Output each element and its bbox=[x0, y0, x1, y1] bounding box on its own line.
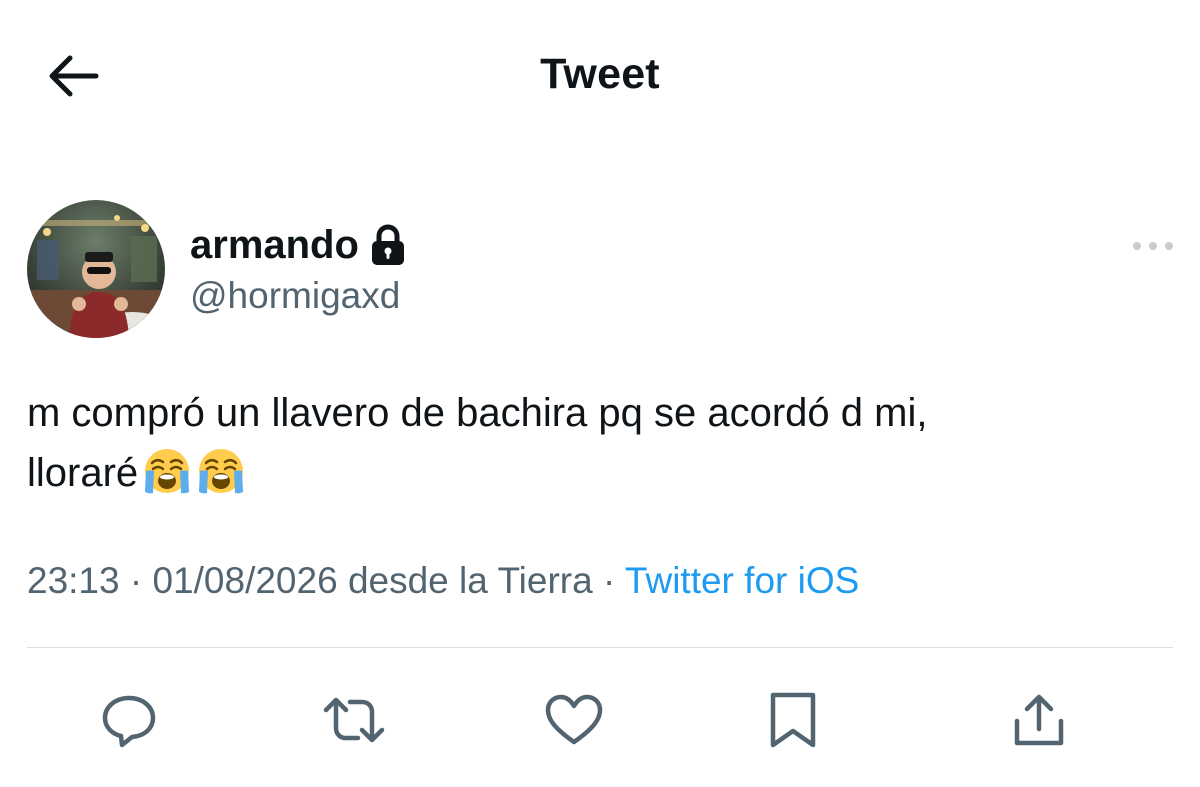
heart-icon bbox=[545, 694, 603, 745]
tweet-metadata: 23:13 · 01/08/2026 desde la Tierra · Twi… bbox=[27, 560, 859, 602]
more-horizontal-icon bbox=[1133, 242, 1173, 250]
bookmark-icon bbox=[770, 692, 816, 748]
user-handle[interactable]: @hormigaxd bbox=[190, 275, 400, 317]
tweet-date: 01/08/2026 bbox=[152, 560, 338, 601]
reply-button[interactable] bbox=[89, 680, 169, 760]
reply-icon bbox=[102, 695, 156, 748]
like-button[interactable] bbox=[534, 680, 614, 760]
retweet-icon bbox=[323, 697, 385, 743]
retweet-button[interactable] bbox=[314, 680, 394, 760]
meta-separator: · bbox=[119, 560, 153, 601]
tweet-location: desde la Tierra bbox=[347, 560, 593, 601]
lock-icon bbox=[371, 224, 404, 265]
tweet-text-line: lloraré bbox=[27, 443, 1157, 503]
tweet-text-line: m compró un llavero de bachira pq se aco… bbox=[27, 391, 928, 435]
avatar[interactable] bbox=[27, 200, 165, 338]
loudly-crying-face-emoji bbox=[199, 449, 244, 494]
display-name: armando bbox=[190, 222, 359, 267]
bookmark-button[interactable] bbox=[753, 680, 833, 760]
page-title: Tweet bbox=[540, 50, 660, 98]
loudly-crying-face-emoji bbox=[145, 449, 190, 494]
share-button[interactable] bbox=[999, 680, 1079, 760]
tweet-time: 23:13 bbox=[27, 560, 120, 601]
meta-separator: · bbox=[592, 560, 625, 601]
tweet-source-link[interactable]: Twitter for iOS bbox=[625, 560, 859, 601]
more-options-button[interactable] bbox=[1128, 228, 1178, 264]
author-name-row[interactable]: armando bbox=[190, 220, 407, 270]
tweet-text: m compró un llavero de bachira pq se aco… bbox=[27, 383, 1157, 503]
top-bar: Tweet bbox=[0, 0, 1200, 150]
avatar-photo bbox=[27, 200, 165, 338]
action-bar bbox=[0, 680, 1200, 760]
share-icon bbox=[1014, 694, 1064, 746]
divider bbox=[27, 647, 1173, 648]
tweet-text-fragment: lloraré bbox=[27, 451, 139, 495]
